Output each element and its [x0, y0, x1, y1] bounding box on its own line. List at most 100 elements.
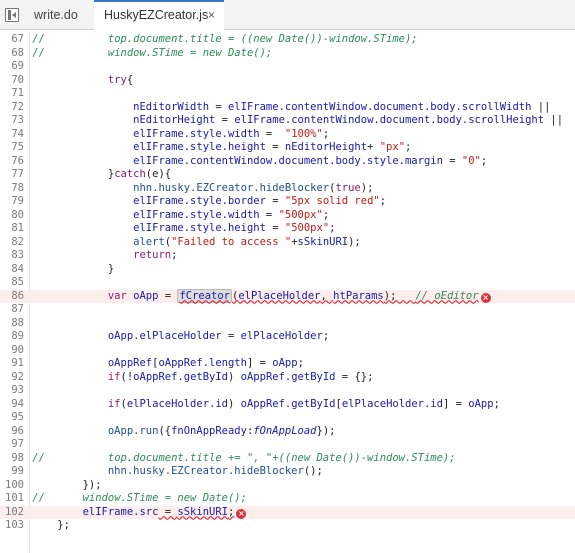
code-token: });: [32, 478, 102, 491]
code-text: });: [32, 479, 102, 493]
code-text: alert("Failed to access "+sSkinURI);: [32, 236, 361, 250]
code-line[interactable]: 80 elIFrame.style.width = "500px";: [0, 209, 575, 223]
code-token: var: [107, 289, 127, 302]
code-token: window.STime = new Date();: [44, 46, 273, 59]
code-line[interactable]: 84 }: [0, 263, 575, 277]
code-text: nhn.husky.EZCreator.hideBlocker();: [32, 465, 323, 479]
code-text: // top.document.title += ", "+((new Date…: [32, 452, 456, 466]
code-line[interactable]: 88: [0, 317, 575, 331]
code-token: top.document.title = ((new Date())-windo…: [44, 33, 418, 45]
code-line[interactable]: 93: [0, 384, 575, 398]
line-number: 77: [11, 168, 24, 180]
line-number: 79: [11, 195, 24, 207]
code-token: elPlaceHolder.id: [341, 397, 443, 410]
code-editor[interactable]: 67 // top.document.title = ((new Date())-…: [0, 31, 575, 553]
code-line[interactable]: 96 oApp.run({fnOnAppReady:fOnAppLoad});: [0, 425, 575, 439]
code-line[interactable]: 85: [0, 276, 575, 290]
code-line[interactable]: 99 nhn.husky.EZCreator.hideBlocker();: [0, 465, 575, 479]
code-line[interactable]: 89 oApp.elPlaceHolder = elPlaceHolder;: [0, 330, 575, 344]
code-line[interactable]: 101 // window.STime = new Date();: [0, 492, 575, 506]
code-token: return: [133, 249, 172, 261]
code-token: oAppRef.getById: [133, 370, 228, 383]
code-line[interactable]: 72 nEditorWidth = elIFrame.contentWindow…: [0, 101, 575, 115]
code-line[interactable]: 87: [0, 303, 575, 317]
code-line[interactable]: 86 var oApp = fCreator (elPlaceHolder, ht…: [0, 288, 575, 303]
code-line[interactable]: 92 if(!oAppRef.getById) oAppRef.getById …: [0, 371, 575, 385]
code-token: ;: [171, 249, 178, 261]
code-line[interactable]: 102 elIFrame.src = sSkinURI; ×: [0, 505, 575, 520]
collapse-sidebar-icon[interactable]: [5, 8, 19, 22]
code-line[interactable]: 67 // top.document.title = ((new Date())-…: [0, 33, 575, 47]
tab-bar: write.do HuskyEZCreator.js ×: [0, 0, 575, 31]
code-token: true: [335, 181, 361, 194]
code-line[interactable]: 75 elIFrame.style.height = nEditorHeight…: [0, 141, 575, 155]
line-number: 84: [11, 262, 24, 275]
code-line[interactable]: 73 nEditorHeight = elIFrame.contentWindo…: [0, 114, 575, 128]
code-token: "Failed to access ": [171, 235, 292, 248]
code-token: });: [316, 424, 336, 437]
line-number: 75: [11, 141, 24, 153]
code-token: elIFrame.style.height: [133, 222, 266, 234]
code-token: );: [348, 235, 361, 248]
code-token: ;: [322, 127, 330, 140]
code-line[interactable]: 68 // window.STime = new Date();: [0, 47, 575, 61]
code-token: "500px": [284, 222, 330, 234]
code-line[interactable]: 83 return;: [0, 249, 575, 263]
code-line[interactable]: 94 if(elPlaceHolder.id) oAppRef.getById[…: [0, 398, 575, 412]
line-number: 70: [11, 73, 24, 86]
error-icon[interactable]: ×: [480, 292, 491, 303]
close-icon[interactable]: ×: [208, 2, 215, 28]
code-line[interactable]: 76 elIFrame.contentWindow.document.body.…: [0, 155, 575, 169]
code-line[interactable]: 100 });: [0, 479, 575, 493]
code-token: {: [126, 73, 134, 86]
code-line[interactable]: 82 alert("Failed to access "+sSkinURI);: [0, 236, 575, 250]
line-number: 74: [11, 127, 24, 140]
code-token: ;: [493, 397, 500, 410]
code-line[interactable]: 95: [0, 411, 575, 425]
code-token: if: [107, 397, 121, 410]
code-line[interactable]: 103 };: [0, 519, 575, 533]
code-token: }: [32, 168, 115, 180]
code-token: elPlaceHolder: [240, 330, 323, 342]
code-text: nhn.husky.EZCreator.hideBlocker(true);: [32, 182, 373, 196]
code-token: "0": [461, 154, 481, 167]
code-token: (!: [120, 370, 134, 383]
code-line[interactable]: 70 try{: [0, 74, 575, 88]
tab-huskyezcreator-js[interactable]: HuskyEZCreator.js ×: [94, 0, 224, 31]
code-line[interactable]: 78 nhn.husky.EZCreator.hideBlocker(true)…: [0, 182, 575, 196]
tab-write-do[interactable]: write.do: [24, 0, 94, 30]
code-line[interactable]: 77 }catch(e){: [0, 168, 575, 182]
code-token: try: [107, 73, 127, 86]
code-line[interactable]: 91 oAppRef[oAppRef.length] = oApp;: [0, 357, 575, 371]
code-line[interactable]: 69: [0, 60, 575, 74]
code-token: fOnAppLoad: [253, 424, 317, 437]
line-number: 88: [11, 316, 24, 329]
code-line[interactable]: 79 elIFrame.style.border = "5px solid re…: [0, 195, 575, 209]
code-token: nEditorWidth: [133, 100, 210, 113]
code-text: elIFrame.src = sSkinURI; ×: [32, 506, 247, 520]
line-number: 90: [11, 343, 24, 356]
code-line[interactable]: 90: [0, 344, 575, 358]
code-line[interactable]: 98 // top.document.title += ", "+((new Da…: [0, 452, 575, 466]
code-line[interactable]: 74 elIFrame.style.width = "100%";: [0, 128, 575, 142]
code-token: ({: [158, 424, 172, 437]
code-line[interactable]: 71: [0, 87, 575, 101]
error-icon[interactable]: ×: [236, 508, 247, 519]
code-token: "100%": [284, 127, 323, 140]
code-line[interactable]: 81 elIFrame.style.height = "500px";: [0, 222, 575, 236]
code-token: "5px solid red": [284, 195, 380, 207]
code-line[interactable]: 97: [0, 438, 575, 452]
line-number: 99: [11, 465, 24, 477]
code-token: if: [107, 370, 121, 383]
code-token: //: [32, 46, 45, 59]
code-token: ,: [320, 289, 334, 302]
code-token: ] =: [442, 397, 469, 410]
code-token: alert: [133, 235, 165, 248]
code-token: );: [360, 181, 374, 194]
code-token: ;: [405, 141, 412, 153]
